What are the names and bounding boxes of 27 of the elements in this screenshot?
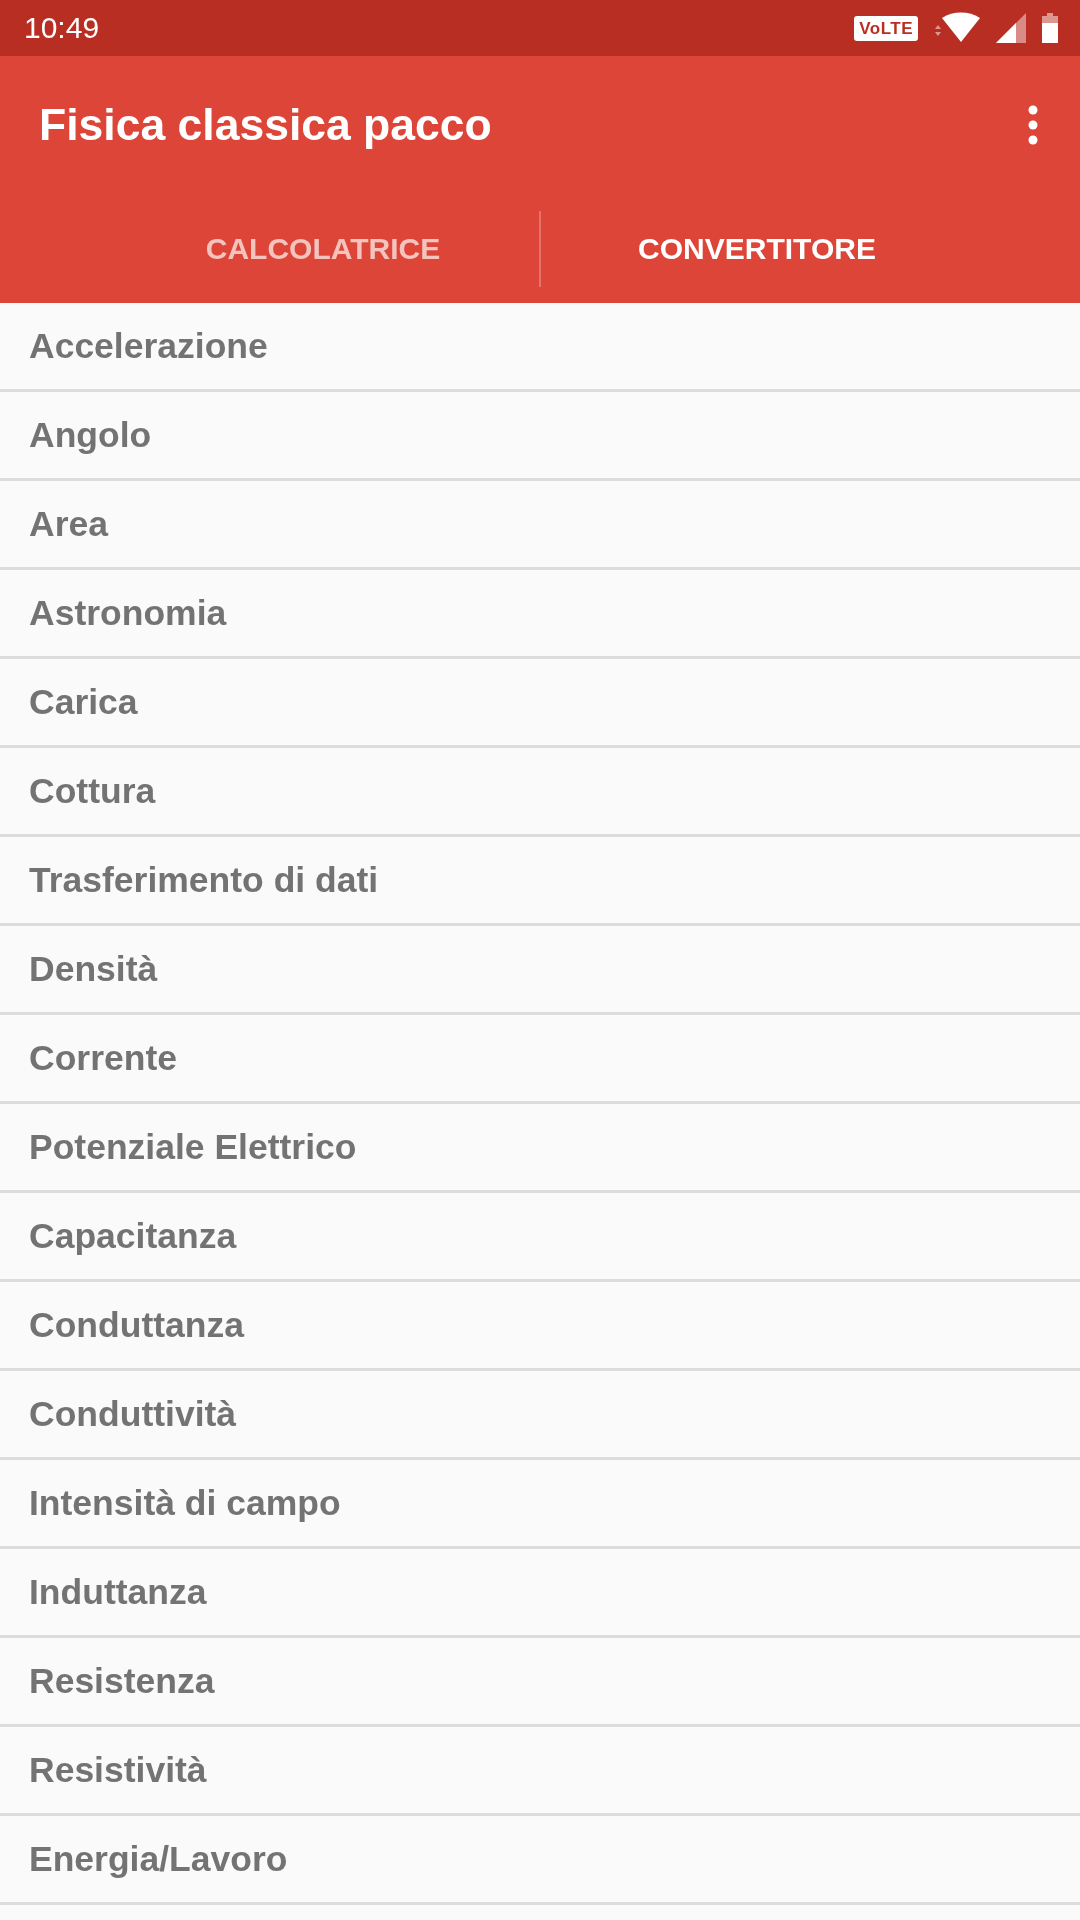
list-item[interactable]: Area (0, 481, 1080, 570)
tab[interactable]: CALCOLATRICE (107, 194, 539, 303)
list-item[interactable]: Trasferimento di dati (0, 837, 1080, 926)
app-title: Fisica classica pacco (39, 99, 492, 152)
list-item[interactable]: Induttanza (0, 1549, 1080, 1638)
wifi-icon (934, 12, 980, 44)
list-item[interactable]: Astronomia (0, 570, 1080, 659)
list-item[interactable]: Carica (0, 659, 1080, 748)
volte-indicator: VoLTE (854, 15, 918, 41)
list-item[interactable]: Resistività (0, 1727, 1080, 1816)
list-item[interactable]: Conduttanza (0, 1282, 1080, 1371)
list-item[interactable]: Energia/Lavoro (0, 1816, 1080, 1905)
list-item[interactable]: Resistenza (0, 1638, 1080, 1727)
status-time: 10:49 (24, 13, 100, 43)
list-item[interactable]: Potenziale Elettrico (0, 1104, 1080, 1193)
battery-icon (1042, 13, 1058, 43)
list-item[interactable]: Densità (0, 926, 1080, 1015)
list-item[interactable]: Conduttività (0, 1371, 1080, 1460)
list-item[interactable]: Intensità di campo (0, 1460, 1080, 1549)
list-item[interactable]: Cottura (0, 748, 1080, 837)
list-item[interactable]: Capacitanza (0, 1193, 1080, 1282)
tab[interactable]: CONVERTITORE (541, 194, 973, 303)
more-options-icon (1028, 105, 1038, 145)
list-item[interactable]: Accelerazione (0, 303, 1080, 392)
list-item[interactable]: Angolo (0, 392, 1080, 481)
signal-icon (996, 13, 1026, 43)
list-item[interactable]: Corrente (0, 1015, 1080, 1104)
